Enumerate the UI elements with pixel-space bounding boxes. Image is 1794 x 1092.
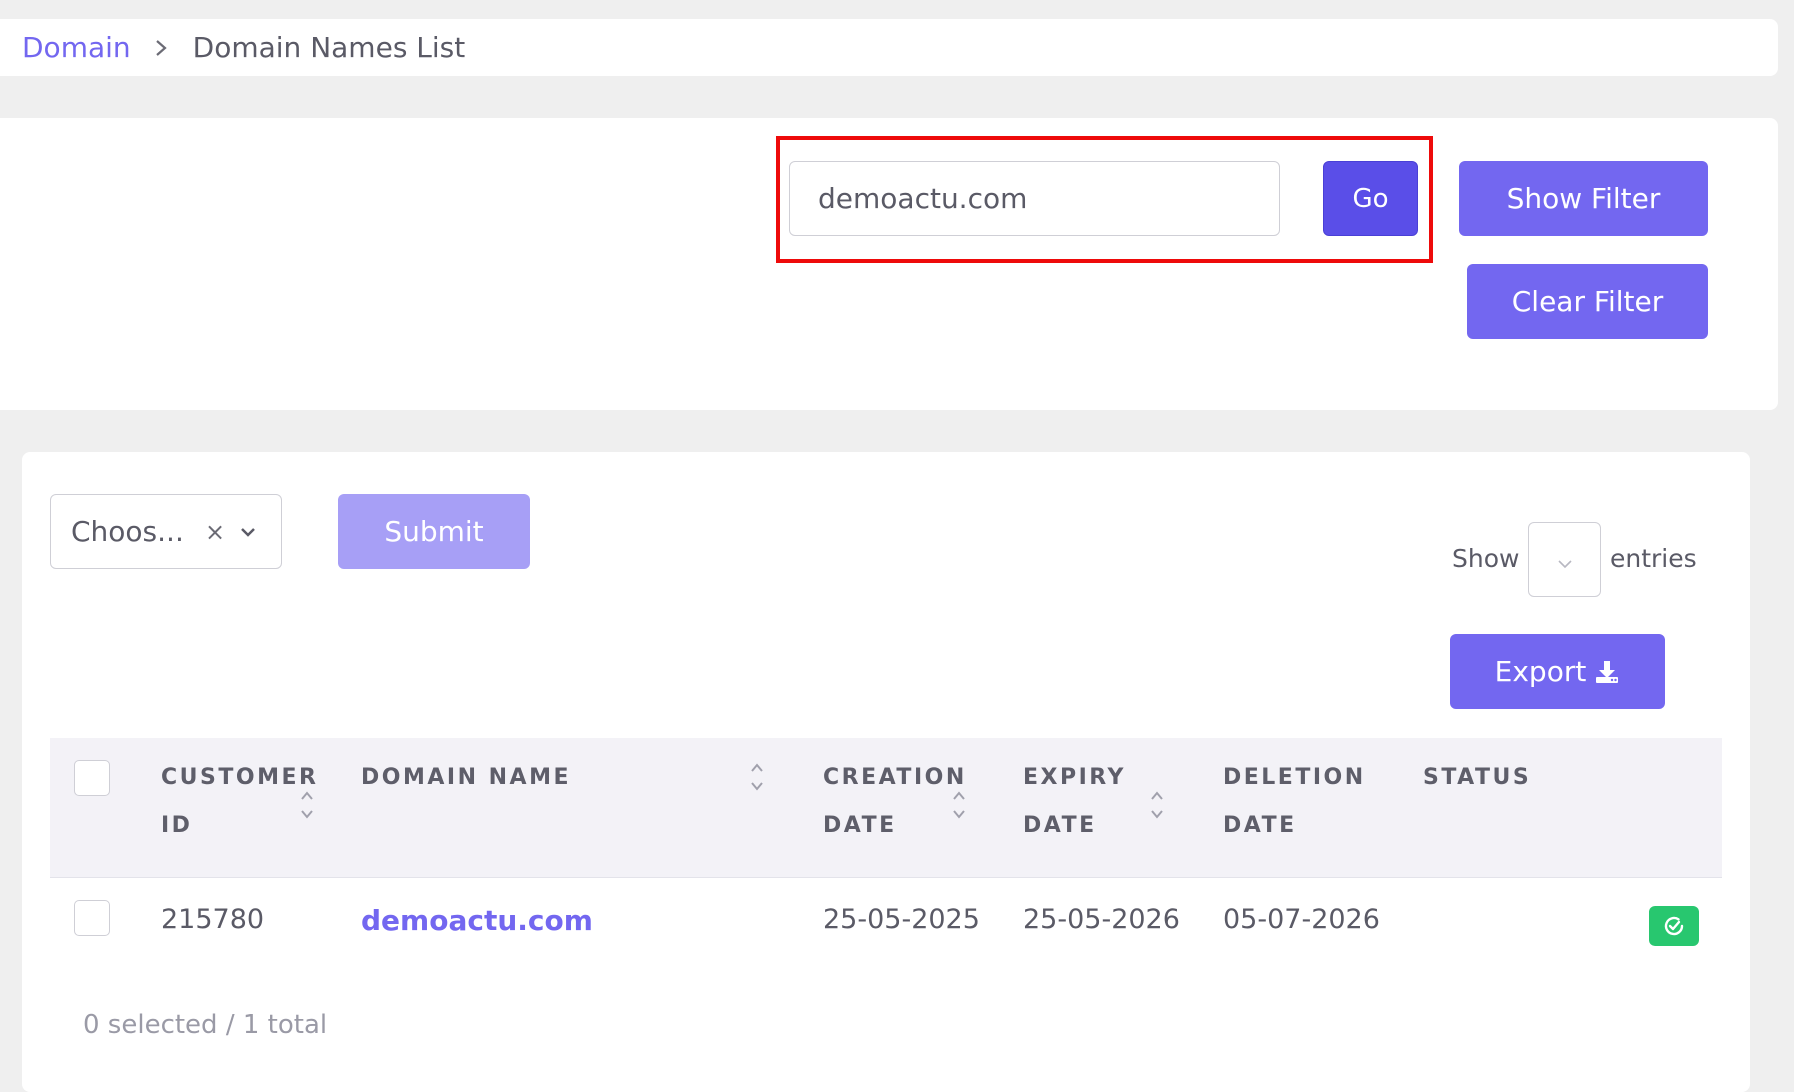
bulk-action-select[interactable]: Choos... × <box>50 494 282 569</box>
check-circle-icon <box>1664 916 1684 936</box>
clear-icon[interactable]: × <box>205 518 225 546</box>
search-input-value: demoactu.com <box>818 182 1028 215</box>
creation-date-cell: 25-05-2025 <box>823 904 980 935</box>
column-header-line: ID <box>161 813 193 838</box>
table-header: CUSTOMER ID DOMAIN NAME CREATION DATE EX… <box>50 738 1722 878</box>
column-header-creation-date[interactable]: CREATION DATE <box>823 754 967 850</box>
select-all-checkbox[interactable] <box>74 760 110 796</box>
breadcrumb: Domain Domain Names List <box>0 19 1778 76</box>
column-header-line: DELETION <box>1223 765 1366 790</box>
breadcrumb-domain-link[interactable]: Domain <box>22 31 131 64</box>
column-header-domain-name[interactable]: DOMAIN NAME <box>361 754 571 802</box>
show-label: Show <box>1452 544 1520 573</box>
status-badge <box>1649 906 1699 946</box>
show-filter-button[interactable]: Show Filter <box>1459 161 1708 236</box>
sort-icon[interactable] <box>299 788 315 822</box>
submit-button[interactable]: Submit <box>338 494 530 569</box>
table-card: Choos... × Submit Show entries Export CU… <box>22 452 1750 1092</box>
column-header-line: DOMAIN NAME <box>361 765 571 790</box>
sort-icon[interactable] <box>951 788 967 822</box>
entries-select[interactable] <box>1528 522 1601 597</box>
column-header-line: STATUS <box>1423 765 1532 790</box>
domain-name-link[interactable]: demoactu.com <box>361 904 593 937</box>
export-label: Export <box>1494 655 1587 688</box>
column-header-line: DATE <box>1023 813 1097 838</box>
customer-id-cell: 215780 <box>161 904 265 935</box>
column-header-expiry-date[interactable]: EXPIRY DATE <box>1023 754 1126 850</box>
column-header-line: EXPIRY <box>1023 765 1126 790</box>
sort-icon[interactable] <box>1149 788 1165 822</box>
deletion-date-cell: 05-07-2026 <box>1223 904 1380 935</box>
page-title: Domain Names List <box>192 31 466 64</box>
column-header-line: DATE <box>1223 813 1297 838</box>
table-row: 215780 demoactu.com 25-05-2025 25-05-202… <box>50 878 1722 970</box>
column-header-line: CUSTOMER <box>161 765 319 790</box>
column-header-customer-id[interactable]: CUSTOMER ID <box>161 754 318 850</box>
download-icon <box>1596 660 1619 683</box>
export-button[interactable]: Export <box>1450 634 1665 709</box>
bulk-action-select-value: Choos... <box>71 515 184 548</box>
chevron-down-icon <box>1557 559 1572 568</box>
sort-icon[interactable] <box>749 760 765 794</box>
chevron-down-icon[interactable] <box>239 526 257 538</box>
clear-filter-button[interactable]: Clear Filter <box>1467 264 1708 339</box>
selection-summary: 0 selected / 1 total <box>83 1010 328 1040</box>
go-button[interactable]: Go <box>1323 161 1418 236</box>
column-header-status: STATUS <box>1423 754 1531 802</box>
filter-card: demoactu.com Go Show Filter Clear Filter <box>0 118 1778 410</box>
search-input[interactable]: demoactu.com <box>789 161 1280 236</box>
chevron-right-icon <box>151 38 171 58</box>
row-checkbox[interactable] <box>74 900 110 936</box>
column-header-line: DATE <box>823 813 897 838</box>
column-header-deletion-date[interactable]: DELETION DATE <box>1223 754 1366 850</box>
expiry-date-cell: 25-05-2026 <box>1023 904 1180 935</box>
column-header-line: CREATION <box>823 765 967 790</box>
entries-label: entries <box>1610 544 1697 573</box>
